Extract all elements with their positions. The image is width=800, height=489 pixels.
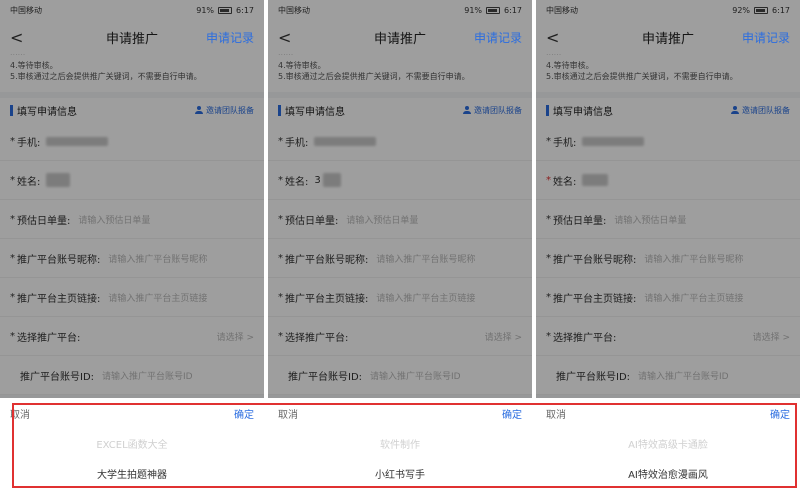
phone-screen-2: 中国移动 91% 6:17 < 申请推广 申请记录 ······ 4.等待审核。… [268, 0, 532, 489]
modal-overlay[interactable] [0, 0, 264, 398]
modal-overlay[interactable] [268, 0, 532, 398]
phone-screen-3: 中国移动 92% 6:17 < 申请推广 申请记录 ······ 4.等待审核。… [536, 0, 800, 489]
apply-record-link[interactable]: 申请记录 [474, 29, 522, 46]
phone-screen-1: 中国移动 91% 6:17 < 申请推广 申请记录 ······ 4.等待审核。… [0, 0, 264, 489]
apply-record-link[interactable]: 申请记录 [206, 29, 254, 46]
modal-overlay[interactable] [536, 0, 800, 398]
picker-cancel-button[interactable]: 取消 [278, 406, 298, 421]
picker-toolbar: 取消 确定 [0, 398, 264, 428]
picker-option-selected[interactable]: 小红书写手 [268, 458, 532, 488]
picker-cancel-button[interactable]: 取消 [10, 406, 30, 421]
picker-option[interactable]: 软件制作 [268, 428, 532, 458]
picker-confirm-button[interactable]: 确定 [234, 406, 254, 421]
screenshot-stage: 中国移动 91% 6:17 < 申请推广 申请记录 ······ 4.等待审核。… [0, 0, 800, 489]
picker-sheet: 取消 确定 AI特效高级卡通脸 AI特效治愈漫画风 [536, 398, 800, 489]
picker-confirm-button[interactable]: 确定 [502, 406, 522, 421]
picker-toolbar: 取消 确定 [536, 398, 800, 428]
picker-sheet: 取消 确定 EXCEL函数大全 大学生拍题神器 [0, 398, 264, 489]
picker-cancel-button[interactable]: 取消 [546, 406, 566, 421]
picker-confirm-button[interactable]: 确定 [770, 406, 790, 421]
apply-record-link[interactable]: 申请记录 [742, 29, 790, 46]
picker-option[interactable]: EXCEL函数大全 [0, 428, 264, 458]
picker-option-selected[interactable]: 大学生拍题神器 [0, 458, 264, 488]
picker-option-selected[interactable]: AI特效治愈漫画风 [536, 458, 800, 488]
picker-toolbar: 取消 确定 [268, 398, 532, 428]
picker-sheet: 取消 确定 软件制作 小红书写手 [268, 398, 532, 489]
picker-option[interactable]: AI特效高级卡通脸 [536, 428, 800, 458]
